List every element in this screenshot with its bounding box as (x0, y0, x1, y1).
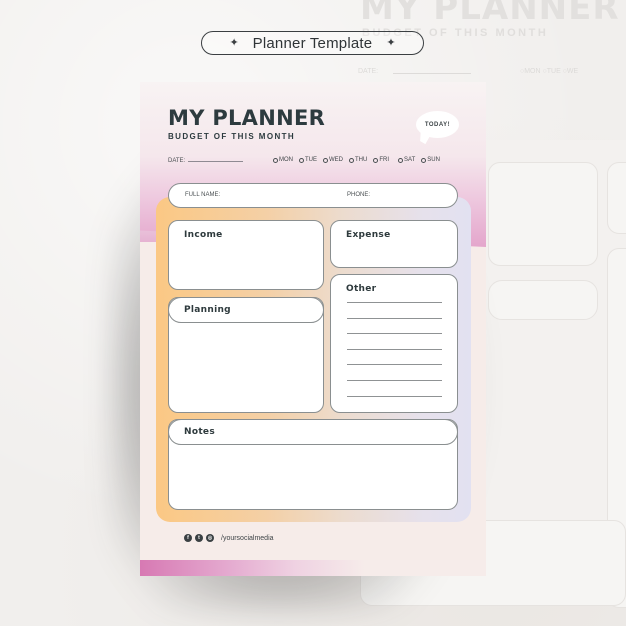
planner-title: MY PLANNER (168, 106, 326, 130)
contact-field[interactable]: FULL NAME: PHONE: (168, 183, 458, 208)
full-name-label: FULL NAME: (185, 192, 221, 198)
ghost-box-income (488, 162, 598, 266)
radio-icon[interactable] (273, 157, 278, 163)
planning-header: Planning (168, 297, 324, 323)
social-handle[interactable]: /yoursocialmedia (221, 535, 274, 542)
ghost-date-label: DATE: (358, 68, 379, 75)
notes-box[interactable]: Notes (168, 419, 458, 510)
date-input-line[interactable] (188, 161, 243, 162)
planning-label: Planning (184, 305, 231, 315)
writing-line (347, 333, 442, 335)
planning-box[interactable]: Planning (168, 297, 324, 413)
expense-label: Expense (346, 230, 391, 240)
writing-line (347, 379, 442, 381)
writing-line (347, 317, 442, 319)
day-option-sat[interactable]: SAT (398, 157, 415, 163)
other-box[interactable]: Other (330, 274, 458, 413)
expense-box[interactable]: Expense (330, 220, 458, 268)
day-option-sun[interactable]: SUN (421, 157, 440, 163)
day-option-wed[interactable]: WED (323, 157, 343, 163)
writing-line (347, 348, 442, 350)
social-media-row: f t ◎ /yoursocialmedia (184, 534, 274, 542)
writing-line (347, 364, 442, 366)
planner-subtitle: BUDGET OF THIS MONTH (168, 132, 296, 141)
other-label: Other (346, 284, 377, 294)
income-label: Income (184, 230, 223, 240)
ghost-box-planning (488, 280, 598, 320)
twitter-icon[interactable]: t (195, 534, 203, 542)
radio-icon[interactable] (398, 157, 404, 163)
writing-line (347, 395, 442, 397)
day-option-fri[interactable]: FRI (373, 157, 389, 163)
radio-icon[interactable] (373, 157, 379, 163)
bottom-gradient-band (140, 560, 486, 576)
phone-label: PHONE: (347, 192, 371, 198)
radio-icon[interactable] (299, 157, 304, 163)
notes-label: Notes (184, 427, 215, 437)
writing-line (347, 302, 442, 303)
day-option-mon[interactable]: MON (273, 157, 293, 163)
day-option-thu[interactable]: THU (349, 157, 367, 163)
ghost-days: ○MON ○TUE ○WE (520, 68, 579, 75)
notes-header: Notes (168, 419, 458, 445)
radio-icon[interactable] (323, 157, 328, 163)
income-box[interactable]: Income (168, 220, 324, 290)
today-speech-bubble: TODAY! (416, 111, 459, 138)
day-option-tue[interactable]: TUE (299, 157, 317, 163)
ghost-date-line (393, 73, 471, 74)
other-lines (347, 302, 442, 411)
ghost-planner-title: MY PLANNER (360, 0, 620, 28)
sparkle-icon: ✦ (229, 36, 239, 49)
ghost-box-expense (607, 162, 626, 234)
radio-icon[interactable] (421, 157, 427, 163)
today-label: TODAY! (424, 121, 451, 128)
instagram-icon[interactable]: ◎ (206, 534, 214, 542)
sparkle-icon: ✦ (386, 36, 396, 49)
badge-label: Planner Template (252, 34, 373, 52)
planner-page: MY PLANNER BUDGET OF THIS MONTH TODAY! D… (140, 82, 486, 576)
facebook-icon[interactable]: f (184, 534, 192, 542)
date-label: DATE: (168, 158, 186, 164)
weekday-selector: MON TUE WED THU FRI SAT SUN (273, 157, 440, 163)
radio-icon[interactable] (349, 157, 354, 163)
planner-template-badge: ✦ Planner Template ✦ (201, 31, 424, 55)
